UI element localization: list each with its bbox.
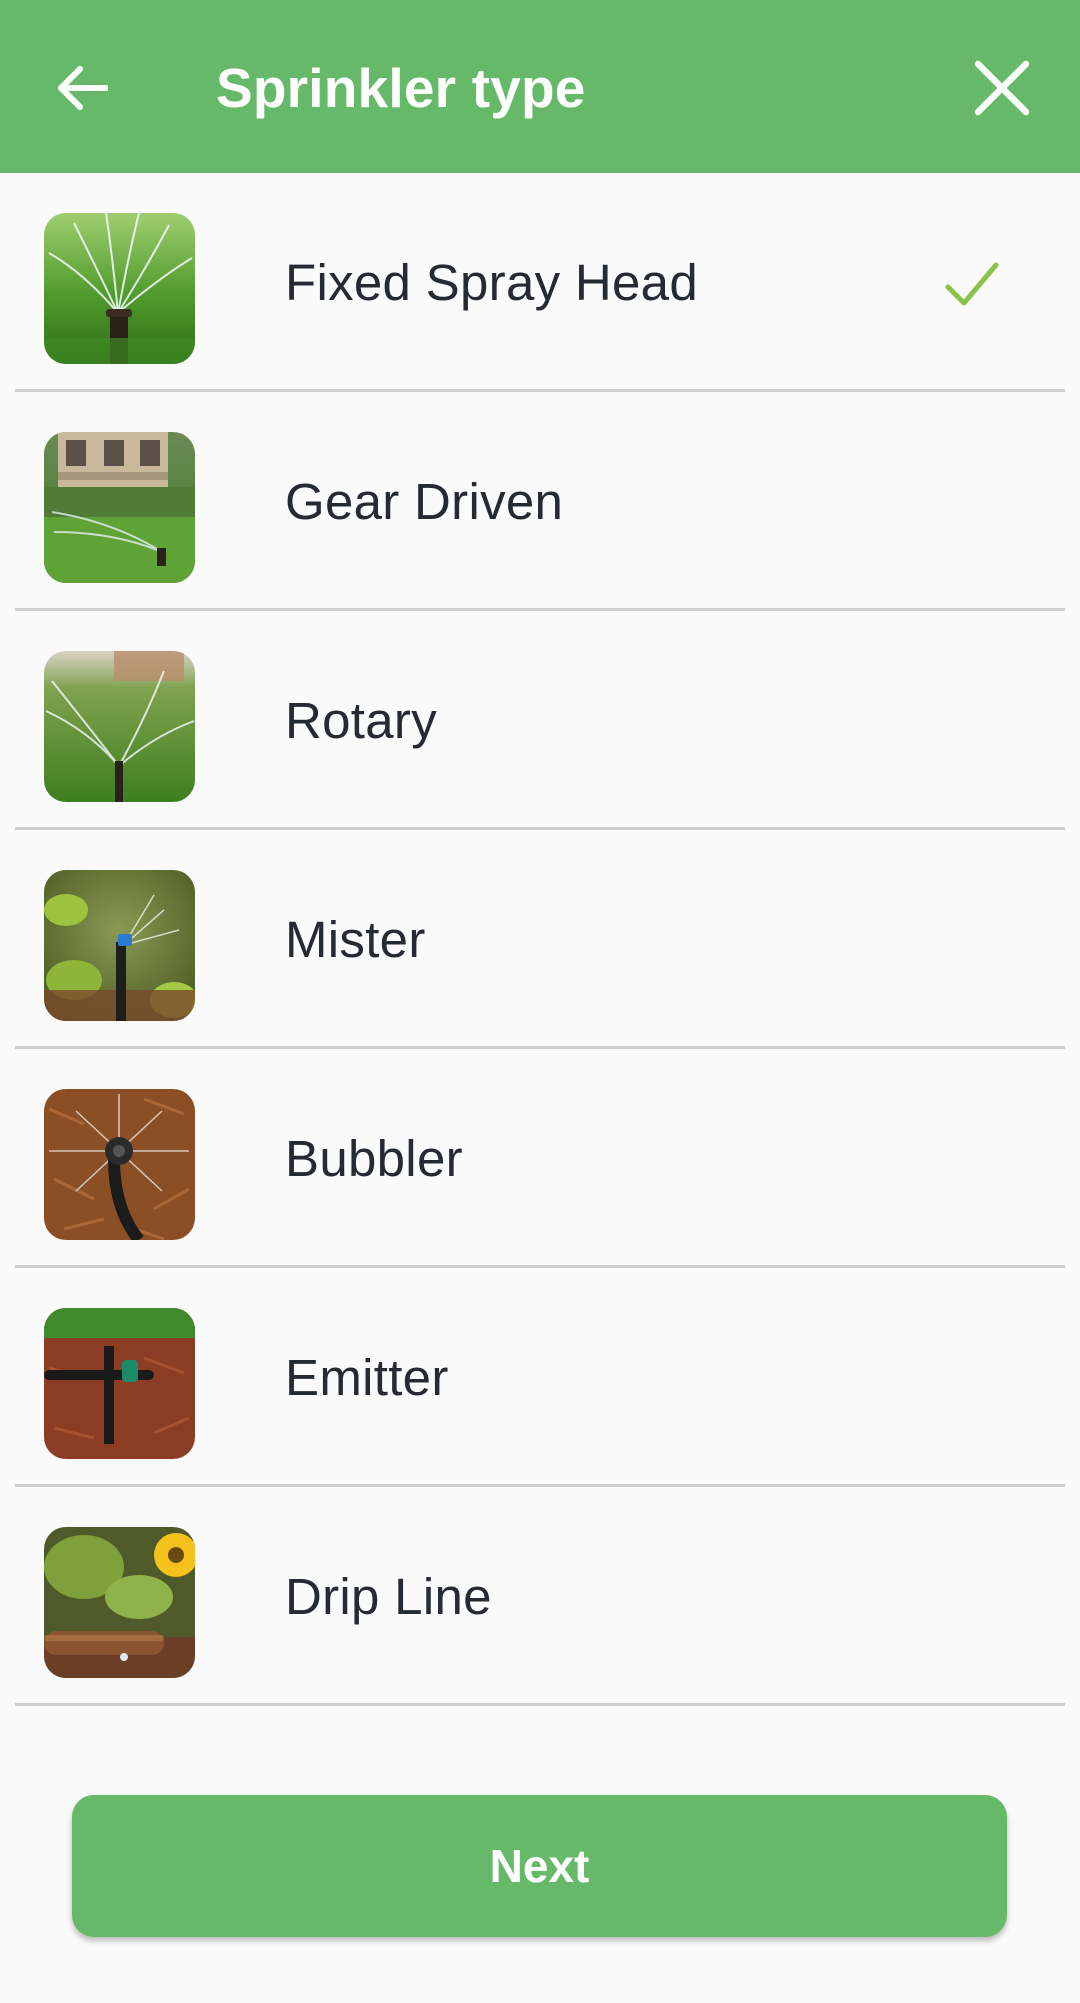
drip-line-photo: [44, 1527, 195, 1678]
sprinkler-type-list: Fixed Spray Head Gear Driven Rotary Mist…: [0, 173, 1080, 1706]
mister-photo: [44, 870, 195, 1021]
list-item-mister[interactable]: Mister: [0, 830, 1080, 1049]
list-item-label: Rotary: [285, 692, 438, 749]
app-bar: Sprinkler type: [0, 0, 1080, 173]
list-item-gear-driven[interactable]: Gear Driven: [0, 392, 1080, 611]
list-item-label: Gear Driven: [285, 473, 564, 530]
page-title: Sprinkler type: [216, 57, 586, 119]
list-item-emitter[interactable]: Emitter: [0, 1268, 1080, 1487]
list-item-bubbler[interactable]: Bubbler: [0, 1049, 1080, 1268]
list-item-fixed-spray-head[interactable]: Fixed Spray Head: [0, 173, 1080, 392]
list-item-label: Bubbler: [285, 1130, 463, 1187]
arrow-left-icon: [58, 66, 108, 110]
fixed-spray-head-photo: [44, 213, 195, 364]
list-item-label: Mister: [285, 911, 426, 968]
rotary-photo: [44, 651, 195, 802]
list-item-drip-line[interactable]: Drip Line: [0, 1487, 1080, 1706]
back-button[interactable]: [50, 56, 114, 120]
next-button[interactable]: Next: [72, 1795, 1007, 1937]
gear-driven-photo: [44, 432, 195, 583]
close-icon: [974, 60, 1030, 116]
list-item-label: Emitter: [285, 1349, 449, 1406]
list-item-label: Drip Line: [285, 1568, 492, 1625]
list-item-rotary[interactable]: Rotary: [0, 611, 1080, 830]
bubbler-photo: [44, 1089, 195, 1240]
close-button[interactable]: [970, 56, 1034, 120]
list-item-label: Fixed Spray Head: [285, 254, 698, 311]
checkmark-icon: [945, 262, 999, 306]
divider: [15, 1703, 1065, 1706]
emitter-photo: [44, 1308, 195, 1459]
